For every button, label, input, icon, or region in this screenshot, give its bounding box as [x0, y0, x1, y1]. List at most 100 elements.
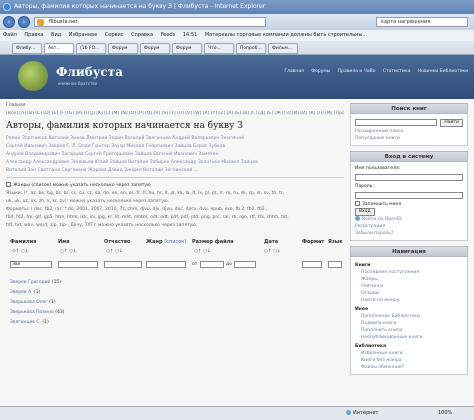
alphabet-index[interactable]: [Все] [A] [B] [C] [D] [E] [F] [G] [H] [I… [6, 111, 344, 116]
back-button[interactable]: ‹ [3, 16, 15, 28]
tab-active[interactable]: Авт... [44, 43, 74, 54]
nav-link[interactable]: Форумы [311, 69, 330, 74]
sort-radio[interactable]: ⊙↑ ○↓ [12, 249, 29, 254]
formats-line: Форматы: ( doc, fb2, rar, *.do, 2001, 20… [6, 207, 268, 212]
site-logo-icon[interactable] [18, 61, 48, 91]
author-links-line[interactable]: Андрей Владимирович Загорцев Сергей Григ… [6, 151, 344, 159]
tab[interactable]: Форум [108, 43, 138, 54]
nav-item[interactable]: Книги без жанра [355, 357, 463, 364]
nav-section[interactable]: Иное [355, 306, 463, 313]
popular-books-link[interactable]: Популярные книги [355, 135, 463, 142]
formats-line: tdf, txt, wav, word, zip, zip-, Дочу, TX… [6, 223, 198, 228]
list-item[interactable]: Зверькова Олег (1) [10, 298, 250, 308]
sort-radio[interactable]: ○↑ ○↓ [106, 249, 123, 254]
nav-item[interactable]: Рейтинги [355, 283, 463, 290]
tab[interactable]: Попроб... [236, 43, 266, 54]
nav-item[interactable]: Жанры [355, 276, 463, 283]
browser-search-input[interactable]: карта нагрешения [376, 17, 468, 27]
size-from-label: от [192, 262, 198, 267]
password-input[interactable] [355, 192, 463, 199]
genre-input[interactable] [146, 261, 186, 268]
list-item[interactable]: Зверев А. (1) [10, 288, 250, 298]
language-input[interactable] [328, 261, 342, 268]
menu-item: 14:51 [182, 32, 198, 38]
sort-radio[interactable]: ○↑ ○↓ [264, 249, 281, 254]
nav-item[interactable]: Файлы обменник? [355, 364, 463, 371]
remember-checkbox[interactable] [355, 201, 360, 206]
username-label: Имя пользователя: [355, 166, 401, 171]
username-input[interactable] [355, 174, 463, 181]
nav-item[interactable]: Отзывы [355, 290, 463, 297]
globe-icon [346, 410, 351, 415]
tab[interactable]: Флибу... [12, 43, 42, 54]
register-link[interactable]: Регистрация [355, 223, 463, 230]
author-links-line[interactable]: Роман Злотников Виталий Зыков Дмитрий Зо… [6, 135, 344, 143]
advanced-search-link[interactable]: Расширенный поиск [355, 128, 463, 135]
genre-checkbox[interactable] [6, 182, 11, 187]
sort-radio[interactable]: ○↑ ○↓ [60, 249, 77, 254]
name-input[interactable] [58, 261, 98, 268]
tab[interactable]: (16 FO... [76, 43, 106, 54]
list-item[interactable]: Зверькова Полина (43) [10, 308, 250, 318]
forward-button[interactable]: › [18, 16, 30, 28]
nav-link[interactable]: Новинки Библиотеки [418, 69, 468, 74]
nav-item[interactable]: Пополнение Библиотеки [355, 313, 463, 320]
popular-authors: Роман Злотников Виталий Зыков Дмитрий Зо… [6, 135, 344, 175]
login-title: Вход в систему [350, 151, 468, 162]
menu-item[interactable]: Вид [51, 32, 61, 38]
size-to-input[interactable] [234, 261, 256, 268]
login-button[interactable]: Вход [355, 208, 375, 216]
author-links-line[interactable]: Виталий Зан Светлана Сергеевна Жарова Дэ… [6, 167, 344, 175]
list-item[interactable]: Звягинцев С. (1) [10, 318, 250, 328]
col-surname: Фамилия [10, 239, 37, 245]
nav-link[interactable]: Правила и ЧаВо [338, 69, 376, 74]
tab[interactable]: Форум [172, 43, 202, 54]
menu-item[interactable]: Файл [3, 32, 17, 38]
address-input[interactable]: flibusta.net [34, 17, 266, 27]
nav-item[interactable]: Найти по жанру [355, 297, 463, 304]
site-logo[interactable]: Флибуста [56, 65, 123, 79]
nav-link[interactable]: Главная [284, 69, 303, 74]
tab[interactable]: Форум [140, 43, 170, 54]
nav-item[interactable]: Неопубликованные книги [355, 334, 463, 341]
nav-item[interactable]: Пополнить книги [355, 327, 463, 334]
nav-link[interactable]: Статистика [383, 69, 411, 74]
nav-item[interactable]: Избранные книги [355, 350, 463, 357]
nav-section[interactable]: Библиотека [355, 343, 463, 350]
navigation-box: Книги Последние поступления Жанры Рейтин… [350, 257, 468, 375]
sort-radio[interactable]: ○↑ ○↓ [194, 249, 211, 254]
zoom-level[interactable]: 100% [438, 407, 452, 420]
breadcrumb[interactable]: Главная [6, 103, 344, 108]
col-genre: Жанр (список) [146, 239, 187, 245]
menu-item[interactable]: Правка [24, 32, 43, 38]
format-input[interactable] [302, 261, 322, 268]
search-text: карта нагрешения [381, 19, 431, 25]
top-nav: Главная Форумы Правила и ЧаВо Статистика… [278, 69, 468, 74]
menu-item[interactable]: Справка [131, 32, 153, 38]
genre-list-link[interactable]: (список) [164, 239, 186, 245]
author-links-line[interactable]: Александр Александрович Зиновьев Юлий За… [6, 159, 344, 167]
menu-item[interactable]: Feeds [161, 32, 176, 38]
languages-line: Языки: (*, az, be, bg, bs, br, cs, cu, c… [6, 191, 285, 196]
list-item[interactable]: Зверев Григорий (15) [10, 278, 250, 288]
menu-item[interactable]: Сервис [105, 32, 124, 38]
nav-item[interactable]: Подвиги книги [355, 320, 463, 327]
openid-link[interactable]: Войти по OpenID [355, 216, 463, 223]
surname-input[interactable]: Зве [10, 261, 52, 268]
nav-item[interactable]: Последние поступления [355, 269, 463, 276]
filter-help: Жанры (список) можно указать несколько ч… [6, 177, 344, 230]
menu-item[interactable]: Избранное [69, 32, 97, 38]
login-box: Имя пользователя: Пароль: Запомнить меня… [350, 162, 468, 241]
tab[interactable]: Фильм... [268, 43, 298, 54]
nav-section[interactable]: Книги [355, 262, 463, 269]
navigation-title: Навигация [350, 246, 468, 257]
menu-item[interactable]: Материалы торговые компании должны быть … [205, 32, 367, 38]
book-search-input[interactable] [355, 119, 438, 126]
patronymic-input[interactable] [104, 261, 142, 268]
forgot-password-link[interactable]: Забыли пароль? [355, 230, 463, 237]
author-links-line[interactable]: Сергей Иванович Зверев Г. Л. Олди Гюнтер… [6, 143, 344, 151]
tab[interactable]: Что... [204, 43, 234, 54]
find-button[interactable]: Найти [440, 118, 463, 127]
size-from-input[interactable] [200, 261, 224, 268]
remember-me[interactable]: Запомнить меня [355, 201, 463, 208]
